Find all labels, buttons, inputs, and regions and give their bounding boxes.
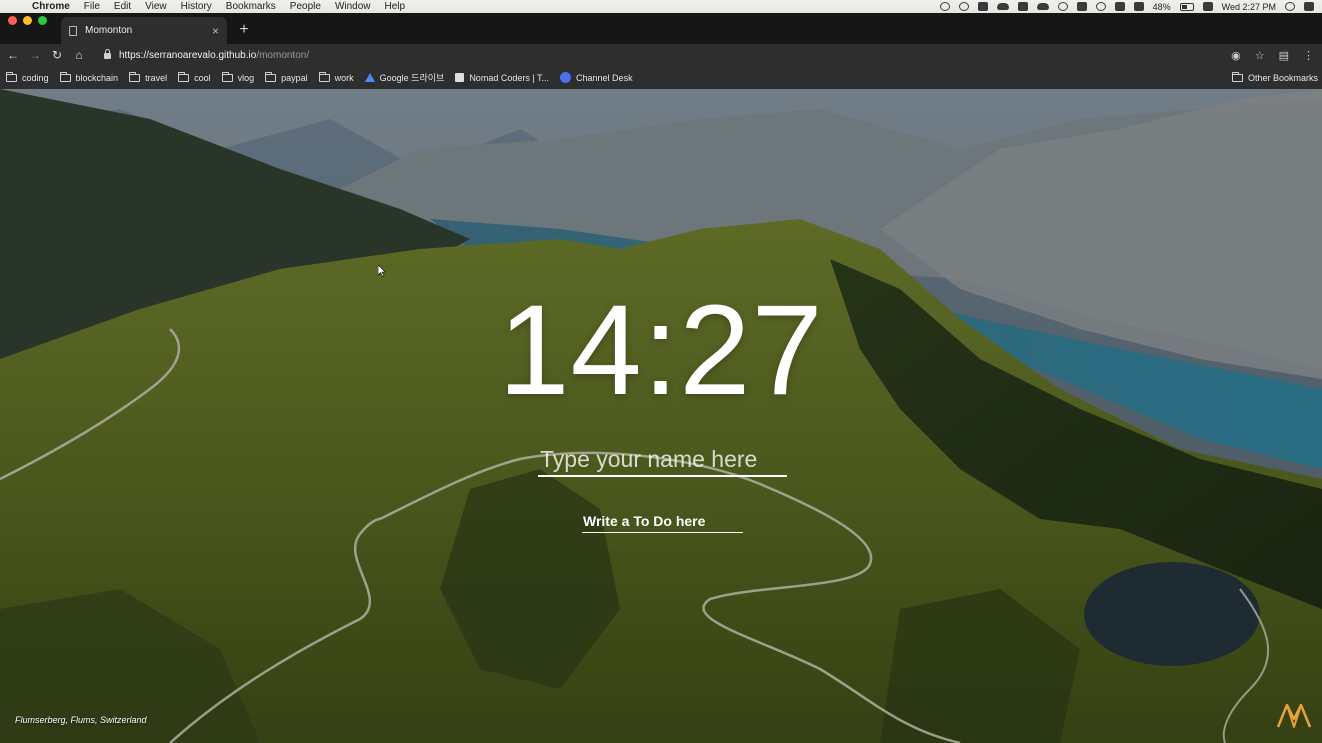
airplay-icon[interactable]	[1114, 2, 1125, 11]
folder-icon	[59, 71, 71, 82]
bookmark-folder-coding[interactable]: coding	[6, 71, 49, 83]
momonton-page: 14:27 Flumserberg, Flums, Switzerland	[0, 89, 1322, 743]
cloud-status-icon[interactable]	[996, 3, 1009, 10]
menu-window[interactable]: Window	[328, 0, 378, 13]
spotlight-search-icon[interactable]	[1285, 2, 1295, 11]
channel-desk-icon	[560, 72, 572, 83]
window-controls	[0, 16, 57, 37]
menu-edit[interactable]: Edit	[107, 0, 138, 13]
folder-icon	[221, 71, 233, 82]
bookmarks-bar: coding blockchain travel cool vlog paypa…	[0, 66, 1322, 89]
menu-history[interactable]: History	[174, 0, 219, 13]
browser-toolbar: ← → ↻ ⌂ https://serranoarevalo.github.io…	[0, 44, 1322, 66]
battery-icon[interactable]	[1179, 2, 1194, 11]
url-host: https://serranoarevalo.github.io	[119, 49, 257, 61]
record-status-icon[interactable]	[939, 2, 950, 11]
name-input[interactable]	[538, 443, 787, 477]
volume-icon[interactable]	[1133, 2, 1144, 11]
menu-view[interactable]: View	[138, 0, 174, 13]
extension-icon[interactable]: ◉	[1231, 49, 1241, 62]
menu-file[interactable]: File	[77, 0, 107, 13]
menubar-clock[interactable]: Wed 2:27 PM	[1222, 2, 1276, 12]
new-tab-button[interactable]: +	[237, 21, 251, 39]
sync-status-icon[interactable]	[1057, 2, 1068, 11]
address-bar[interactable]: https://serranoarevalo.github.io/momonto…	[96, 46, 1231, 64]
bookmark-label: Other Bookmarks	[1247, 72, 1318, 83]
bookmark-label: Google 드라이브	[379, 73, 445, 83]
chrome-menu-icon[interactable]: ⋮	[1303, 49, 1314, 62]
lock-icon[interactable]	[104, 49, 111, 59]
folder-icon	[265, 71, 277, 82]
bookmark-label: paypal	[281, 72, 308, 83]
tab-close-icon[interactable]: ×	[212, 25, 219, 37]
bookmark-star-icon[interactable]: ☆	[1255, 49, 1265, 62]
notification-center-icon[interactable]	[1304, 2, 1314, 11]
home-icon[interactable]: ⌂	[68, 48, 90, 62]
bookmark-folder-work[interactable]: work	[318, 71, 354, 83]
window-maximize-button[interactable]	[38, 16, 47, 25]
bookmark-folder-paypal[interactable]: paypal	[265, 71, 308, 83]
todo-input[interactable]	[582, 509, 743, 533]
bookmark-label: Channel Desk	[576, 72, 633, 83]
bookmark-google-drive[interactable]: Google 드라이브	[364, 71, 445, 84]
bookmark-folder-travel[interactable]: travel	[129, 71, 168, 83]
folder-icon	[129, 71, 141, 82]
reload-icon[interactable]: ↻	[46, 48, 68, 62]
folder-icon	[318, 71, 330, 82]
bookmark-label: cool	[194, 72, 211, 83]
tab-strip: Momonton × +	[0, 13, 1322, 44]
bookmark-label: coding	[22, 72, 49, 83]
bookmark-folder-blockchain[interactable]: blockchain	[59, 71, 119, 83]
bookmark-label: blockchain	[75, 72, 119, 83]
window-minimize-button[interactable]	[23, 16, 32, 25]
input-source-icon[interactable]	[1202, 2, 1213, 11]
folder-icon	[1231, 71, 1243, 82]
macos-menu-bar: Chrome File Edit View History Bookmarks …	[0, 0, 1322, 13]
app-status-icon[interactable]	[958, 2, 969, 11]
mouse-cursor-icon	[378, 265, 386, 277]
bookmark-label: Nomad Coders | T...	[469, 72, 550, 83]
menu-bookmarks[interactable]: Bookmarks	[219, 0, 283, 13]
folder-icon	[178, 71, 190, 82]
page-icon	[69, 25, 77, 36]
screen-status-icon[interactable]	[977, 2, 988, 11]
bookmark-nomad-coders[interactable]: Nomad Coders | T...	[455, 73, 549, 83]
url-path: /momonton/	[256, 49, 310, 61]
bookmark-label: work	[334, 72, 354, 83]
forward-arrow-icon[interactable]: →	[24, 48, 46, 62]
extension-stack-icon[interactable]: ▤	[1279, 49, 1289, 62]
folder-icon	[6, 71, 17, 82]
bookmark-folder-cool[interactable]: cool	[178, 71, 211, 83]
clock-display: 14:27	[498, 279, 824, 422]
creative-cloud-status-icon[interactable]	[1036, 3, 1049, 10]
bookmark-label: vlog	[237, 72, 255, 83]
google-drive-icon	[364, 73, 375, 82]
menu-people[interactable]: People	[283, 0, 328, 13]
tab-momonton[interactable]: Momonton ×	[61, 17, 227, 44]
bookmark-channel-desk[interactable]: Channel Desk	[560, 72, 633, 83]
window-close-button[interactable]	[8, 16, 17, 25]
momonton-logo-icon	[1276, 703, 1312, 728]
bluetooth-icon[interactable]	[1076, 2, 1087, 11]
photo-location-caption: Flumserberg, Flums, Switzerland	[15, 715, 147, 725]
back-arrow-icon[interactable]: ←	[2, 48, 24, 62]
tab-title: Momonton	[85, 25, 133, 36]
menu-app-chrome[interactable]: Chrome	[28, 0, 77, 13]
bookmark-label: travel	[145, 72, 168, 83]
bookmark-folder-vlog[interactable]: vlog	[221, 71, 255, 83]
other-bookmarks-folder[interactable]: Other Bookmarks	[1231, 71, 1318, 83]
nomad-coders-icon	[455, 73, 465, 82]
battery-percent[interactable]: 48%	[1153, 2, 1171, 12]
wifi-icon[interactable]	[1095, 2, 1106, 11]
dropbox-status-icon[interactable]	[1017, 2, 1028, 11]
menu-help[interactable]: Help	[378, 0, 413, 13]
